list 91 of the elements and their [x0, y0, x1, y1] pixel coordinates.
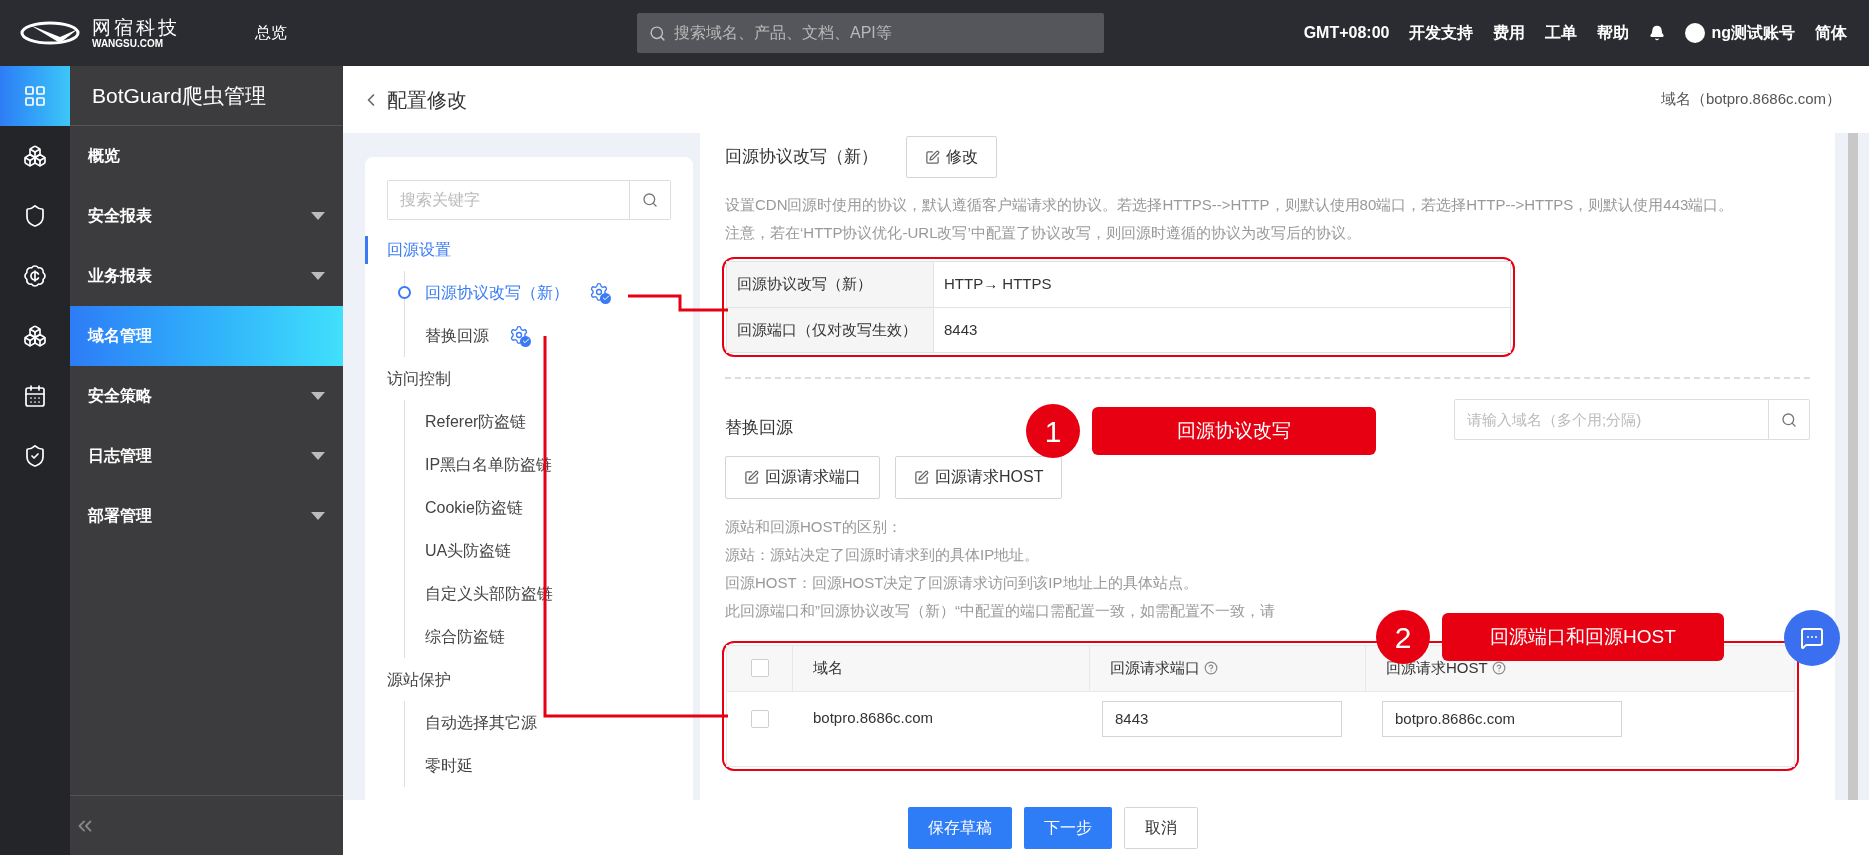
- sidebar-item[interactable]: 部署管理: [70, 486, 343, 546]
- edit-button[interactable]: 回源请求端口: [725, 455, 880, 499]
- callout-label: 回源端口和回源HOST: [1442, 613, 1724, 661]
- port-field[interactable]: 8443: [1102, 700, 1342, 737]
- tree-item[interactable]: 替换回源: [425, 323, 489, 348]
- help-icon[interactable]: [1204, 661, 1218, 675]
- caret-icon: [311, 212, 325, 220]
- header-link[interactable]: 工单: [1545, 21, 1578, 45]
- caret-icon: [311, 272, 325, 280]
- sidebar-item[interactable]: 安全策略: [70, 366, 343, 426]
- language-link[interactable]: 简体: [1815, 21, 1847, 45]
- user-name[interactable]: ng测试账号: [1711, 21, 1795, 45]
- tree-item[interactable]: 自动选择其它源: [425, 710, 537, 735]
- logo-subtext: WANGSU.COM: [92, 38, 165, 49]
- host-field[interactable]: botpro.8686c.com: [1382, 700, 1622, 737]
- edit-button[interactable]: 修改: [906, 136, 997, 178]
- tree-item[interactable]: Cookie防盗链: [425, 495, 523, 520]
- nav-link[interactable]: 总览: [255, 21, 287, 45]
- note-text: 注意，若在‘HTTP协议优化-URL改写’中配置了协议改写，则回源时遵循的协议为改写后的协议。: [725, 223, 1362, 243]
- calendar-icon: [23, 384, 47, 408]
- bell-icon[interactable]: [1649, 25, 1666, 41]
- table-cell-text: HTTP→ HTTPS: [943, 274, 1053, 295]
- gear-check-icon[interactable]: [589, 281, 611, 304]
- note-text: 源站和回源HOST的区别：: [725, 516, 903, 537]
- description-text: 设置CDN回源时使用的协议，默认遵循客户端请求的协议。若选择HTTPS-->HTTP，则默认使用80端口，若选择HTTP-->HTTPS，则默认使用443端口。: [725, 195, 1735, 215]
- help-icon[interactable]: [1491, 661, 1506, 675]
- table-cell: 回源协议改写（新）: [727, 262, 934, 307]
- footer-button[interactable]: 取消: [1124, 806, 1198, 849]
- selected-marker: [398, 286, 411, 299]
- note-text: 此回源端口和”回源协议改写（新）“中配置的端口需配置一致，如需配置不一致，请: [725, 600, 1276, 621]
- search-icon: [642, 192, 658, 208]
- avatar[interactable]: [1685, 23, 1706, 43]
- header-link[interactable]: 费用: [1493, 21, 1526, 45]
- search-input[interactable]: 搜索域名、产品、文档、API等: [674, 21, 1092, 45]
- boxes-icon: [23, 144, 47, 168]
- sidebar-item[interactable]: 业务报表: [70, 246, 343, 306]
- caret-icon: [311, 512, 325, 520]
- table-cell-text: botpro.8686c.com: [812, 708, 935, 729]
- checkbox[interactable]: [750, 659, 769, 677]
- domain-label: 域名（botpro.8686c.com）: [1660, 89, 1841, 110]
- search-icon: [649, 24, 666, 42]
- edit-icon: [744, 469, 759, 485]
- header-link[interactable]: GMT+08:00: [1303, 21, 1390, 45]
- edit-icon: [925, 149, 940, 165]
- domain-search-input[interactable]: 请输入域名（多个用;分隔): [1455, 400, 1768, 440]
- page-title: 配置修改: [387, 87, 467, 113]
- shield-icon: [23, 204, 47, 228]
- tree-group[interactable]: 源站保护: [387, 667, 451, 692]
- search-icon: [1781, 411, 1797, 428]
- column-header: 回源请求端口: [1110, 657, 1200, 678]
- table-cell: 回源端口（仅对改写生效）: [727, 308, 934, 352]
- grid-icon: [23, 84, 47, 108]
- sidebar-item[interactable]: 安全报表: [70, 186, 343, 246]
- sidebar-item[interactable]: 概览: [70, 126, 343, 186]
- scrollbar[interactable]: [1848, 133, 1858, 800]
- tree-group[interactable]: 访问控制: [387, 366, 451, 391]
- tree-item[interactable]: 回源协议改写（新）: [425, 280, 569, 305]
- tree-item[interactable]: Referer防盗链: [425, 409, 527, 434]
- edit-button[interactable]: 回源请求HOST: [895, 455, 1063, 499]
- caret-icon: [311, 452, 325, 460]
- footer-button[interactable]: 保存草稿: [908, 806, 1012, 849]
- header-link[interactable]: 开发支持: [1409, 21, 1474, 45]
- column-header: 域名: [813, 657, 843, 678]
- badge-icon: [23, 264, 47, 288]
- domain-search-field[interactable]: 请输入域名（多个用;分隔): [1454, 399, 1810, 441]
- chat-icon: [1800, 626, 1824, 650]
- shield-icon: [23, 444, 47, 468]
- tree-item[interactable]: 综合防盗链: [425, 624, 505, 649]
- section-title: 替换回源: [725, 417, 793, 439]
- checkbox[interactable]: [751, 709, 769, 728]
- caret-icon: [311, 392, 325, 400]
- active-indicator: [365, 236, 368, 264]
- keyword-input[interactable]: 搜索关键字: [388, 181, 629, 219]
- note-text: 回源HOST：回源HOST决定了回源请求访问到该IP地址上的具体站点。: [725, 572, 1199, 593]
- header-link[interactable]: 帮助: [1597, 21, 1630, 45]
- section-title: 回源协议改写（新）: [725, 146, 878, 169]
- tree-item[interactable]: 零时延: [425, 753, 473, 778]
- table-cell-text: 8443: [943, 319, 979, 340]
- boxes-icon: [23, 324, 47, 348]
- tree-item[interactable]: UA头防盗链: [425, 538, 512, 563]
- edit-icon: [914, 469, 929, 485]
- search-field[interactable]: 搜索域名、产品、文档、API等: [637, 13, 1104, 53]
- logo-text: 网宿科技: [92, 17, 180, 37]
- sidebar-item[interactable]: 日志管理: [70, 426, 343, 486]
- sidebar-title: BotGuard爬虫管理: [92, 82, 266, 109]
- keyword-field[interactable]: 搜索关键字: [387, 180, 671, 220]
- note-text: 源站：源站决定了回源时请求到的具体IP地址。: [725, 544, 1041, 565]
- tree-group[interactable]: 回源设置: [387, 237, 451, 262]
- gear-check-icon[interactable]: [509, 324, 531, 347]
- callout-label: 回源协议改写: [1092, 407, 1376, 455]
- footer-button[interactable]: 下一步: [1024, 806, 1112, 849]
